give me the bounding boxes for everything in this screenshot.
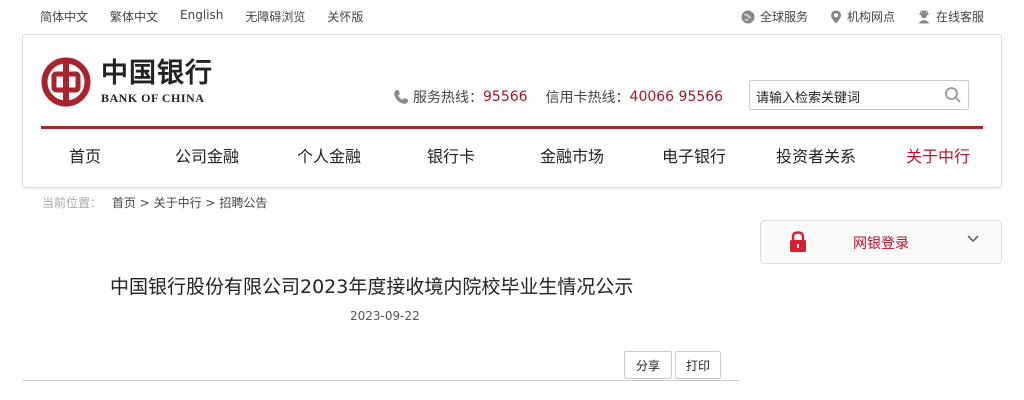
- top-utility-bar: 简体中文 繁体中文 English 无障碍浏览 关怀版 全球服务 机构网点 在线…: [0, 0, 1024, 32]
- nav-item-e-banking[interactable]: 电子银行: [662, 143, 726, 167]
- chevron-down-icon: [967, 235, 979, 243]
- card-hotline-number: 40066 95566: [629, 89, 724, 105]
- card-hotline-label: 信用卡热线：: [545, 90, 630, 106]
- bank-of-china-emblem-icon: [41, 57, 91, 107]
- breadcrumb-about[interactable]: 关于中行: [154, 196, 202, 210]
- nav-item-corporate-banking[interactable]: 公司金融: [175, 143, 239, 167]
- breadcrumb-home[interactable]: 首页: [112, 196, 136, 210]
- lang-simplified-link[interactable]: 简体中文: [40, 8, 88, 25]
- nav-item-about-boc[interactable]: 关于中行: [906, 143, 970, 167]
- hotlines: 服务热线： 95566 信用卡热线： 40066 95566: [393, 87, 741, 107]
- branches-label: 机构网点: [846, 10, 895, 24]
- online-service-link[interactable]: 在线客服: [917, 8, 984, 25]
- search-icon[interactable]: [944, 86, 962, 104]
- nav-item-personal-banking[interactable]: 个人金融: [297, 143, 361, 167]
- search-input[interactable]: 请输入检索关键词: [756, 87, 860, 106]
- breadcrumb: 当前位置： 首页 > 关于中行 > 招聘公告: [42, 194, 267, 211]
- care-version-link[interactable]: 关怀版: [327, 8, 363, 25]
- lang-english-link[interactable]: English: [180, 8, 223, 25]
- nav-item-bank-card[interactable]: 银行卡: [427, 143, 475, 167]
- branches-link[interactable]: 机构网点: [830, 8, 895, 25]
- lock-icon: [790, 231, 806, 252]
- header-divider: [41, 126, 983, 129]
- logo-chinese-name: 中国银行: [101, 57, 213, 89]
- language-links: 简体中文 繁体中文 English 无障碍浏览 关怀版: [40, 8, 385, 25]
- login-label: 网银登录: [853, 236, 909, 252]
- logo-english-name: BANK OF CHINA: [101, 90, 205, 105]
- article-date: 2023-09-22: [350, 309, 420, 323]
- breadcrumb-separator: >: [205, 196, 216, 210]
- service-hotline-number: 95566: [483, 89, 528, 105]
- phone-icon: [394, 90, 408, 104]
- search-box[interactable]: 请输入检索关键词: [749, 80, 969, 110]
- accessible-link[interactable]: 无障碍浏览: [245, 8, 305, 25]
- article-divider: [22, 380, 740, 381]
- customer-service-icon: [918, 9, 930, 23]
- breadcrumb-current[interactable]: 招聘公告: [219, 196, 267, 210]
- global-service-label: 全球服务: [759, 10, 808, 24]
- location-pin-icon: [830, 10, 841, 23]
- article-title: 中国银行股份有限公司2023年度接收境内院校毕业生情况公示: [110, 276, 634, 298]
- nav-item-investor-relations[interactable]: 投资者关系: [776, 143, 856, 167]
- online-service-label: 在线客服: [935, 10, 984, 24]
- service-hotline-label: 服务热线：: [413, 90, 483, 106]
- site-header: 中国银行 BANK OF CHINA 服务热线： 95566 信用卡热线： 40…: [22, 34, 1002, 188]
- bank-logo[interactable]: 中国银行 BANK OF CHINA: [41, 57, 213, 107]
- breadcrumb-label: 当前位置：: [42, 196, 103, 210]
- service-links: 全球服务 机构网点 在线客服: [719, 8, 984, 25]
- globe-icon: [741, 10, 755, 23]
- main-nav: 首页 公司金融 个人金融 银行卡 金融市场 电子银行 投资者关系 关于中行: [23, 143, 1001, 167]
- nav-item-home[interactable]: 首页: [69, 143, 101, 167]
- global-service-link[interactable]: 全球服务: [741, 8, 808, 25]
- online-banking-login[interactable]: 网银登录: [760, 220, 1002, 264]
- breadcrumb-separator: >: [139, 196, 150, 210]
- lang-traditional-link[interactable]: 繁体中文: [110, 8, 158, 25]
- print-button[interactable]: 打印: [675, 351, 721, 379]
- nav-item-financial-markets[interactable]: 金融市场: [540, 143, 604, 167]
- share-button[interactable]: 分享: [624, 351, 672, 379]
